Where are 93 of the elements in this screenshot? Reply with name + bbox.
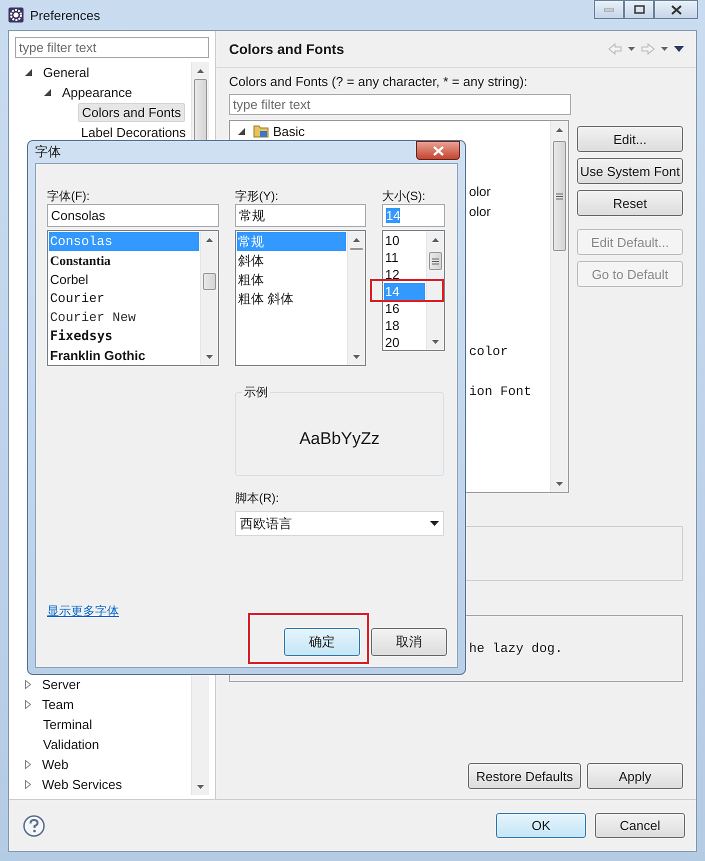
sample-text: AaBbYyZz	[299, 429, 380, 449]
grip-icon	[556, 192, 563, 200]
down-arrow-icon[interactable]	[432, 340, 439, 344]
list-item[interactable]: 粗体 斜体	[237, 289, 346, 308]
list-item[interactable]: Fixedsys	[49, 327, 199, 346]
list-item[interactable]: 10	[384, 232, 425, 249]
scroll-thumb[interactable]	[429, 252, 442, 270]
scroll-thumb[interactable]	[350, 248, 363, 250]
tree-item[interactable]: Colors and Fonts	[78, 102, 185, 122]
restore-defaults-button[interactable]: Restore Defaults	[468, 763, 581, 789]
close-button[interactable]	[416, 141, 460, 160]
scrollbar[interactable]	[347, 231, 365, 365]
down-arrow-icon[interactable]	[353, 354, 360, 358]
list-item[interactable]: Corbel	[49, 270, 199, 289]
expanded-arrow-icon[interactable]	[44, 88, 51, 96]
dialog-button[interactable]: OK	[496, 813, 586, 838]
list-item[interactable]: 18	[384, 317, 425, 334]
action-button[interactable]: Edit...	[577, 126, 683, 152]
dropdown-icon[interactable]	[661, 47, 668, 51]
collapsed-arrow-icon[interactable]	[25, 680, 31, 688]
down-arrow-icon[interactable]	[206, 354, 213, 358]
scrollbar[interactable]	[200, 231, 218, 365]
collapsed-arrow-icon[interactable]	[25, 700, 31, 708]
expanded-arrow-icon[interactable]	[25, 68, 32, 76]
tree-item[interactable]: Terminal	[40, 716, 96, 732]
dialog-button[interactable]: Cancel	[595, 813, 685, 838]
more-fonts-link[interactable]: 显示更多字体	[47, 603, 119, 620]
scroll-thumb[interactable]	[203, 273, 216, 290]
group-label: 示例	[242, 384, 270, 401]
scroll-thumb[interactable]	[553, 141, 566, 251]
close-icon	[432, 146, 444, 156]
apply-button[interactable]: Apply	[587, 763, 683, 789]
tree-item[interactable]: Appearance	[59, 84, 136, 100]
input-field[interactable]: Consolas	[47, 204, 219, 227]
list-item[interactable]: Courier	[49, 289, 199, 308]
list-item[interactable]: 粗体	[237, 270, 346, 289]
up-arrow-icon[interactable]	[206, 238, 213, 242]
field-label: 字体(F):	[47, 188, 91, 204]
filter-field[interactable]: type filter text	[229, 94, 571, 115]
expanded-arrow-icon[interactable]	[238, 128, 245, 134]
tree-item[interactable]: Team	[39, 696, 77, 712]
filter-field[interactable]: type filter text	[15, 37, 209, 58]
minimize-icon	[604, 8, 614, 12]
dropdown-icon	[430, 521, 439, 526]
close-button[interactable]	[654, 0, 698, 19]
dialog-title: 字体	[35, 143, 61, 161]
filter-label: Colors and Fonts (? = any character, * = any string):	[229, 74, 528, 91]
field-label: 脚本(R):	[235, 490, 280, 507]
tree-item[interactable]: Basic	[270, 122, 308, 140]
close-icon	[670, 4, 682, 14]
up-arrow-icon[interactable]	[432, 238, 439, 242]
list-item[interactable]: 20	[384, 334, 425, 351]
dropdown-icon[interactable]	[628, 47, 635, 51]
tree-item[interactable]: General	[40, 64, 92, 80]
list-item[interactable]: 12	[384, 266, 425, 283]
gear-icon	[8, 7, 24, 23]
tree-item[interactable]: Validation	[40, 736, 102, 752]
collapsed-arrow-icon[interactable]	[25, 760, 31, 768]
help-icon[interactable]	[23, 814, 45, 836]
preview-text: he lazy dog.	[469, 641, 563, 656]
up-arrow-icon[interactable]	[556, 128, 563, 132]
list-item[interactable]: 11	[384, 249, 425, 266]
field-label: 大小(S):	[382, 188, 426, 204]
tree-item[interactable]: Label Decorations	[78, 124, 189, 140]
folder-icon	[253, 123, 270, 139]
script-dropdown[interactable]: 西欧语言	[235, 511, 444, 536]
list-item[interactable]: Constantia	[49, 251, 199, 270]
tree-item[interactable]: Web	[39, 756, 72, 772]
list-item[interactable]: 16	[384, 300, 425, 317]
maximize-icon	[634, 5, 644, 14]
grip-icon	[432, 258, 439, 264]
list-item[interactable]: Franklin Gothic	[49, 346, 199, 365]
window-title: Preferences	[30, 8, 100, 22]
dialog-button[interactable]: 确定	[284, 628, 360, 656]
field-label: 字形(Y):	[235, 188, 280, 204]
list-item[interactable]: Courier New	[49, 308, 199, 327]
page-title: Colors and Fonts	[229, 41, 344, 57]
tree-item[interactable]: Server	[39, 676, 84, 692]
up-arrow-icon[interactable]	[197, 68, 204, 72]
action-button[interactable]: Reset	[577, 190, 683, 216]
view-menu-icon[interactable]	[674, 46, 684, 52]
down-arrow-icon[interactable]	[556, 482, 563, 486]
tree-item[interactable]: Web Services	[39, 776, 125, 792]
up-arrow-icon[interactable]	[353, 238, 360, 242]
input-field[interactable]: 常规	[235, 204, 366, 227]
action-button[interactable]: Use System Font	[577, 158, 683, 184]
list-item[interactable]: 斜体	[237, 251, 346, 270]
scrollbar[interactable]	[426, 231, 444, 350]
scrollbar[interactable]	[550, 121, 568, 492]
collapsed-arrow-icon[interactable]	[25, 780, 31, 788]
down-arrow-icon[interactable]	[197, 784, 204, 788]
maximize-button[interactable]	[624, 0, 654, 19]
dialog-button[interactable]: 取消	[371, 628, 447, 656]
